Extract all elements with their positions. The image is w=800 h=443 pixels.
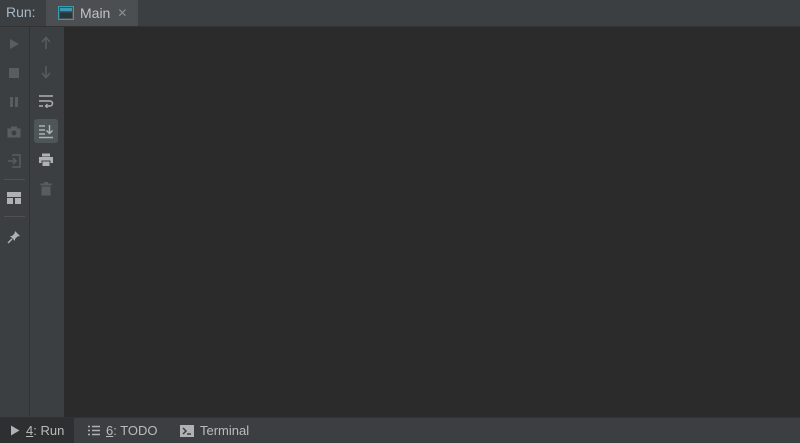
terminal-icon	[180, 424, 194, 437]
todo-mnemonic: 6	[106, 423, 114, 438]
todo-label: : TODO	[113, 423, 158, 438]
tool-window-todo[interactable]: 6: TODO	[88, 418, 158, 443]
run-panel-label: Run:	[6, 4, 36, 20]
run-tab-label: Main	[80, 5, 111, 21]
rerun-icon[interactable]	[2, 32, 26, 56]
console-icon	[58, 6, 74, 20]
scroll-to-end-icon[interactable]	[34, 119, 58, 143]
tool-window-bar: 4: Run 6: TODO Terminal	[0, 417, 800, 443]
terminal-label: Terminal	[200, 423, 250, 438]
print-icon[interactable]	[34, 148, 58, 172]
play-icon	[11, 425, 20, 436]
console-toolbar	[30, 27, 64, 417]
trash-icon[interactable]	[34, 177, 58, 201]
soft-wrap-icon[interactable]	[34, 89, 58, 113]
pause-icon[interactable]	[2, 90, 26, 114]
camera-icon[interactable]	[2, 120, 26, 144]
run-label: : Run	[33, 423, 65, 438]
run-mnemonic: 4	[26, 423, 34, 438]
run-header: Run: Main ✕	[0, 0, 800, 27]
tool-window-terminal[interactable]: Terminal	[180, 418, 249, 443]
console-output[interactable]	[64, 27, 800, 417]
close-icon[interactable]: ✕	[117, 6, 127, 20]
toolbar-divider	[4, 216, 25, 217]
toolbar-divider	[4, 179, 25, 180]
down-arrow-icon[interactable]	[34, 60, 58, 84]
up-arrow-icon[interactable]	[34, 31, 58, 55]
stop-icon[interactable]	[2, 61, 26, 85]
pin-icon[interactable]	[2, 225, 26, 249]
tool-window-run[interactable]: 4: Run	[0, 418, 74, 443]
list-icon	[88, 425, 100, 436]
layout-icon[interactable]	[2, 186, 26, 210]
exit-icon[interactable]	[2, 149, 26, 173]
run-tab-main[interactable]: Main ✕	[46, 0, 138, 26]
run-controls-toolbar	[0, 27, 30, 417]
